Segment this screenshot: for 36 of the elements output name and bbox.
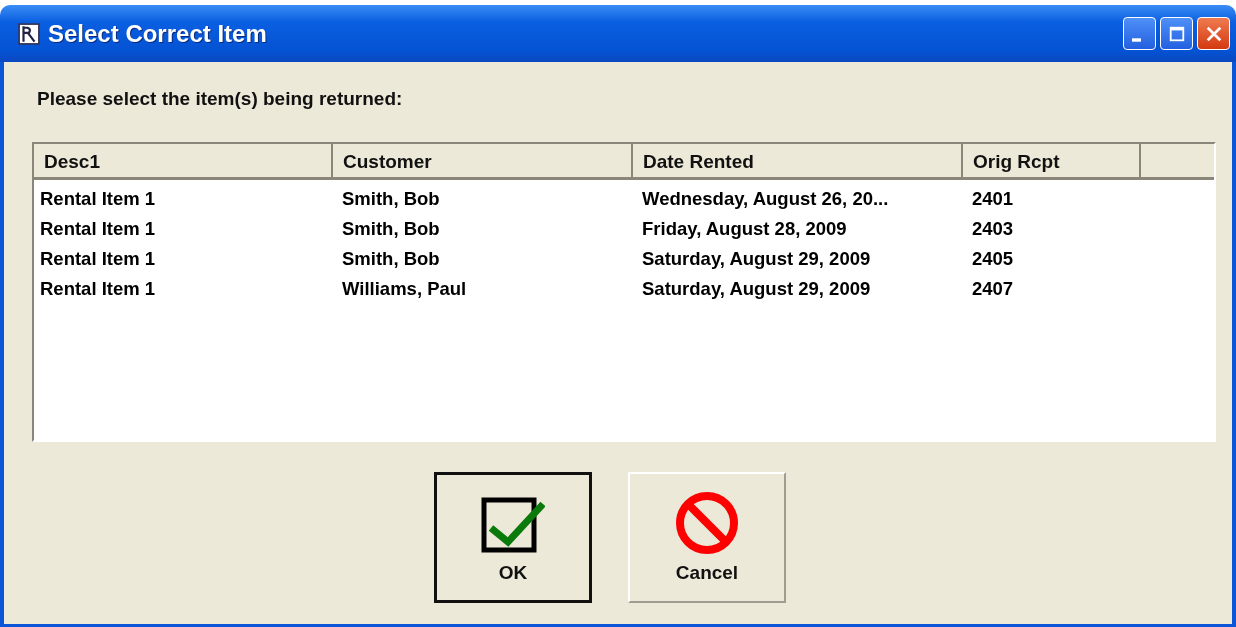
column-header[interactable]: Date Rented (633, 144, 963, 180)
table-cell-text: Saturday, August 29, 2009 (641, 278, 872, 300)
table-row[interactable]: Rental Item 1 Smith, Bob Friday, August 28, 2009 2403 (34, 214, 1214, 244)
table-cell-text: Wednesday, August 26, 20... (641, 188, 890, 210)
table-cell-text: 2405 (971, 248, 1015, 270)
column-header[interactable]: Orig Rcpt (963, 144, 1141, 180)
table-cell-text: 2403 (971, 218, 1015, 240)
prompt-text: Please select the item(s) being returned: (37, 88, 404, 110)
table-cell-text: Rental Item 1 (39, 218, 157, 240)
app-icon (18, 22, 40, 45)
table-cell-text: Friday, August 28, 2009 (641, 218, 848, 240)
window-title: Select Correct Item (48, 19, 267, 48)
table-cell-text: Williams, Paul (341, 278, 468, 300)
maximize-icon (1167, 24, 1186, 43)
close-icon (1204, 24, 1223, 43)
minimize-icon (1132, 37, 1141, 42)
no-entry-icon (675, 491, 739, 554)
table-cell-text: 2407 (971, 278, 1015, 300)
table-cell-text: 2401 (971, 188, 1015, 210)
table-cell-text: Rental Item 1 (39, 188, 157, 210)
ok-button[interactable]: OK (434, 472, 592, 603)
table-cell-text: Smith, Bob (341, 218, 441, 240)
column-header[interactable]: Desc1 (34, 144, 333, 180)
table-cell-text: Rental Item 1 (39, 248, 157, 270)
minimize-button[interactable] (1123, 17, 1156, 50)
table-row[interactable]: Rental Item 1 Smith, Bob Wednesday, August 26, 20... 2401 (34, 184, 1214, 214)
table-cell-text: Rental Item 1 (39, 278, 157, 300)
column-header[interactable]: Customer (333, 144, 633, 180)
close-button[interactable] (1197, 17, 1230, 50)
maximize-button[interactable] (1160, 17, 1193, 50)
table-row[interactable]: Rental Item 1 Smith, Bob Saturday, August 29, 2009 2405 (34, 244, 1214, 274)
table-cell-text: Saturday, August 29, 2009 (641, 248, 872, 270)
table-row[interactable]: Rental Item 1 Williams, Paul Saturday, August 29, 2009 2407 (34, 274, 1214, 304)
table-cell-text: Smith, Bob (341, 248, 441, 270)
cancel-button[interactable]: Cancel (628, 472, 786, 603)
table-cell-text: Smith, Bob (341, 188, 441, 210)
